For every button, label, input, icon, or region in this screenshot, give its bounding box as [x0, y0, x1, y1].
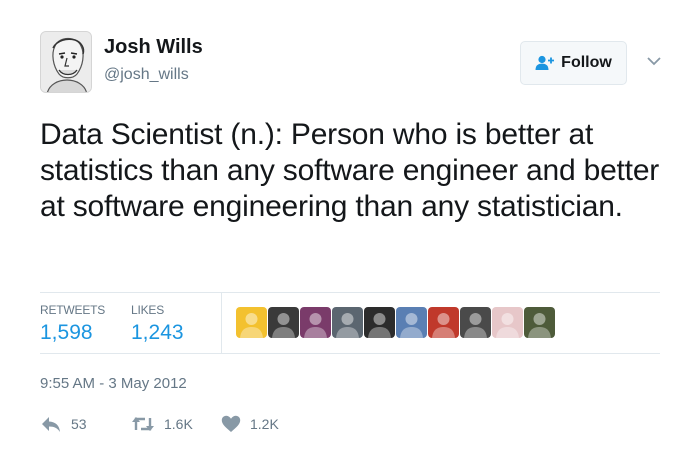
follow-button-label: Follow: [561, 54, 612, 71]
likes-count[interactable]: 1,243: [131, 321, 184, 345]
like-button[interactable]: 1.2K: [221, 415, 279, 433]
divider: [221, 293, 222, 353]
add-user-icon: [535, 55, 555, 70]
retweets-label: RETWEETS: [40, 303, 106, 317]
liker-avatar-icon[interactable]: [492, 307, 523, 338]
user-name[interactable]: Josh Wills: [104, 36, 203, 59]
divider: [40, 292, 660, 293]
follow-button[interactable]: Follow: [520, 41, 627, 85]
liker-avatar-icon[interactable]: [524, 307, 555, 338]
reply-icon: [42, 417, 60, 432]
retweet-count: 1.6K: [164, 416, 193, 432]
divider: [40, 353, 660, 354]
retweet-icon: [132, 417, 154, 431]
retweet-button[interactable]: 1.6K: [131, 415, 193, 433]
reply-count: 53: [71, 416, 87, 432]
heart-icon: [221, 415, 241, 432]
liker-avatar-icon[interactable]: [332, 307, 363, 338]
tweet-text: Data Scientist (n.): Person who is bette…: [40, 118, 660, 223]
liker-avatar-icon[interactable]: [396, 307, 427, 338]
liker-avatar-icon[interactable]: [268, 307, 299, 338]
liker-avatar-icon[interactable]: [300, 307, 331, 338]
likes-label: LIKES: [131, 303, 165, 317]
likes-stat[interactable]: LIKES 1,243: [131, 303, 184, 345]
liker-avatar-icon[interactable]: [428, 307, 459, 338]
liker-avatar-icon[interactable]: [236, 307, 267, 338]
retweets-count[interactable]: 1,598: [40, 321, 105, 345]
user-handle[interactable]: @josh_wills: [104, 66, 189, 84]
chevron-down-icon[interactable]: [645, 54, 663, 68]
retweets-stat[interactable]: RETWEETS 1,598: [40, 303, 105, 345]
liker-avatar-icon[interactable]: [460, 307, 491, 338]
liker-avatar-icon[interactable]: [364, 307, 395, 338]
like-count: 1.2K: [250, 416, 279, 432]
tweet-timestamp[interactable]: 9:55 AM - 3 May 2012: [40, 375, 187, 392]
profile-avatar[interactable]: [40, 31, 92, 93]
caricature-avatar-icon: [41, 32, 91, 92]
liker-avatars: [236, 307, 555, 338]
reply-button[interactable]: 53: [40, 415, 87, 433]
